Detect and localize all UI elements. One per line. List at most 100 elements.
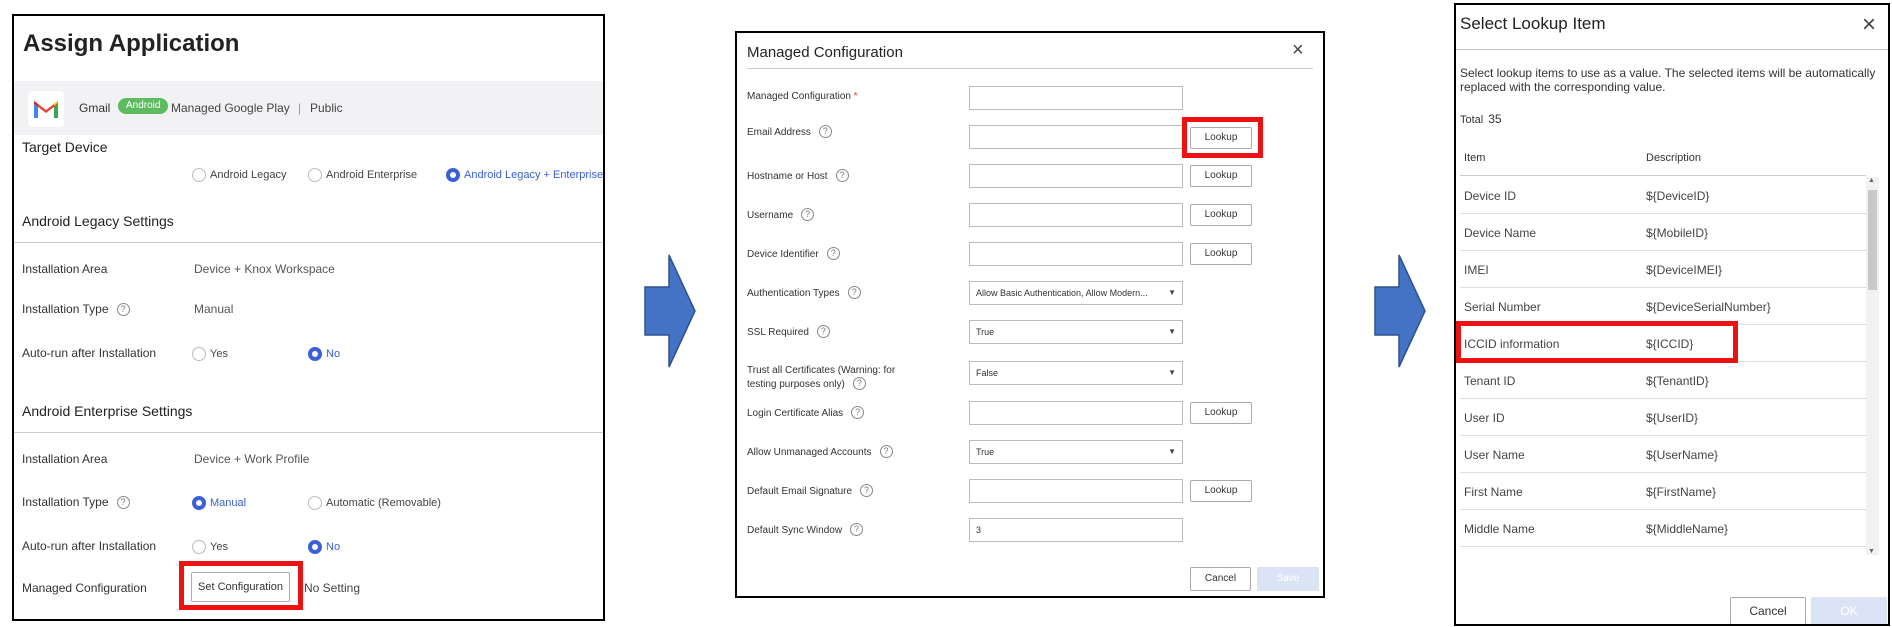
table-row[interactable]: Device Name ${MobileID} <box>1460 214 1866 251</box>
help-icon[interactable]: ? <box>851 406 865 419</box>
app-info-band: Gmail Android Managed Google Play | Publ… <box>14 81 603 135</box>
field-label: SSL Required? <box>747 325 830 338</box>
enterprise-type-manual-label: Manual <box>210 497 247 509</box>
help-icon[interactable]: ? <box>879 445 893 458</box>
authentication-types-select[interactable]: Allow Basic Authentication, Allow Modern… <box>969 281 1183 305</box>
cancel-button[interactable]: Cancel <box>1730 597 1806 624</box>
hostname-input[interactable] <box>969 164 1183 188</box>
enterprise-autorun-no-radio[interactable] <box>308 540 322 554</box>
username-input[interactable] <box>969 203 1183 227</box>
highlight-box <box>1456 321 1738 363</box>
help-icon[interactable]: ? <box>826 247 840 260</box>
device-identifier-input[interactable] <box>969 242 1183 266</box>
help-icon[interactable]: ? <box>847 286 861 299</box>
column-header-item[interactable]: Item <box>1464 152 1485 164</box>
username-lookup-button[interactable]: Lookup <box>1190 204 1252 226</box>
legacy-autorun-yes-radio[interactable] <box>192 347 206 361</box>
radio-legacy-enterprise-label: Android Legacy + Enterprise <box>464 169 604 181</box>
help-icon[interactable]: ? <box>816 325 830 338</box>
help-icon[interactable]: ? <box>835 169 849 182</box>
allow-unmanaged-accounts-select[interactable]: True ▼ <box>969 440 1183 464</box>
managed-configuration-dialog: Managed Configuration × Managed Configur… <box>735 31 1325 598</box>
cancel-button[interactable]: Cancel <box>1190 567 1251 591</box>
gmail-icon <box>28 91 64 127</box>
target-device-label: Target Device <box>22 139 108 155</box>
divider <box>14 242 603 243</box>
field-label: Hostname or Host? <box>747 169 849 182</box>
table-row[interactable]: Serial Number ${DeviceSerialNumber} <box>1460 288 1866 325</box>
legacy-type-label: Installation Type? <box>22 302 130 316</box>
scrollbar-thumb[interactable] <box>1868 190 1877 290</box>
help-icon[interactable]: ? <box>852 377 866 390</box>
right-arrow-icon <box>1374 254 1426 368</box>
help-icon[interactable]: ? <box>116 303 130 316</box>
enterprise-type-manual-radio[interactable] <box>192 496 206 510</box>
field-label: Login Certificate Alias? <box>747 406 865 419</box>
table-row[interactable]: IMEI ${DeviceIMEI} <box>1460 251 1866 288</box>
legacy-area-value: Device + Knox Workspace <box>194 262 335 276</box>
enterprise-area-value: Device + Work Profile <box>194 452 310 466</box>
enterprise-autorun-yes-label: Yes <box>210 541 228 553</box>
login-certificate-alias-input[interactable] <box>969 401 1183 425</box>
enterprise-autorun-yes-radio[interactable] <box>192 540 206 554</box>
email-address-input[interactable] <box>969 125 1183 149</box>
enterprise-type-auto-radio[interactable] <box>308 496 322 510</box>
visibility-label: Public <box>310 101 343 115</box>
legacy-autorun-no-radio[interactable] <box>308 347 322 361</box>
table-row[interactable]: Device ID ${DeviceID} <box>1460 177 1866 214</box>
dialog-title: Select Lookup Item <box>1460 14 1606 33</box>
enterprise-type-auto-label: Automatic (Removable) <box>326 497 441 509</box>
table-row[interactable]: First Name ${FirstName} <box>1460 473 1866 510</box>
default-email-signature-input[interactable] <box>969 479 1183 503</box>
help-icon[interactable]: ? <box>850 523 864 536</box>
divider <box>1460 175 1866 176</box>
legacy-type-value: Manual <box>194 302 234 316</box>
help-icon[interactable]: ? <box>818 125 832 138</box>
scroll-down-icon[interactable]: ▼ <box>1868 548 1875 555</box>
radio-android-enterprise-label: Android Enterprise <box>326 169 418 181</box>
field-label: Trust all Certificates (Warning: for test… <box>747 365 896 390</box>
save-button[interactable]: Save <box>1257 567 1319 591</box>
column-header-description[interactable]: Description <box>1646 152 1701 164</box>
scrollbar[interactable]: ▲ ▼ <box>1866 177 1879 555</box>
legacy-autorun-yes-label: Yes <box>210 348 228 360</box>
default-sync-window-input[interactable]: 3 <box>969 518 1183 542</box>
ssl-required-select[interactable]: True ▼ <box>969 320 1183 344</box>
hostname-lookup-button[interactable]: Lookup <box>1190 165 1252 187</box>
table-row[interactable]: User Name ${UserName} <box>1460 436 1866 473</box>
radio-legacy-enterprise[interactable] <box>446 168 460 182</box>
table-row[interactable]: Tenant ID ${TenantID} <box>1460 362 1866 399</box>
close-icon[interactable]: × <box>1292 39 1304 62</box>
help-icon[interactable]: ? <box>801 208 815 221</box>
highlight-box <box>179 561 303 610</box>
radio-android-legacy-label: Android Legacy <box>210 169 287 181</box>
scroll-up-icon[interactable]: ▲ <box>1868 177 1875 184</box>
field-label: Allow Unmanaged Accounts? <box>747 445 893 458</box>
trust-certificates-select[interactable]: False ▼ <box>969 361 1183 385</box>
login-certificate-lookup-button[interactable]: Lookup <box>1190 402 1252 424</box>
enterprise-autorun-no-label: No <box>326 541 341 553</box>
ok-button[interactable]: OK <box>1811 597 1887 624</box>
field-label: Managed Configuration * <box>747 91 858 102</box>
highlight-box <box>1182 117 1263 158</box>
legacy-area-label: Installation Area <box>22 262 108 276</box>
divider <box>14 432 603 433</box>
help-icon[interactable]: ? <box>116 496 130 509</box>
divider <box>1456 49 1888 50</box>
assign-application-panel: Assign Application Gmail Android Managed… <box>12 14 605 621</box>
enterprise-settings-title: Android Enterprise Settings <box>22 403 193 419</box>
radio-android-legacy[interactable] <box>192 168 206 182</box>
help-icon[interactable]: ? <box>860 484 874 497</box>
field-label: Default Email Signature? <box>747 484 874 497</box>
close-icon[interactable]: × <box>1862 11 1876 39</box>
legacy-autorun-label: Auto-run after Installation <box>22 346 157 360</box>
device-identifier-lookup-button[interactable]: Lookup <box>1190 243 1252 265</box>
managed-config-input[interactable] <box>969 86 1183 110</box>
enterprise-type-label: Installation Type? <box>22 495 130 509</box>
radio-android-enterprise[interactable] <box>308 168 322 182</box>
table-row[interactable]: User ID ${UserID} <box>1460 399 1866 436</box>
email-signature-lookup-button[interactable]: Lookup <box>1190 480 1252 502</box>
field-label: Username? <box>747 208 815 221</box>
field-label: Email Address? <box>747 125 832 138</box>
table-row[interactable]: Middle Name ${MiddleName} <box>1460 510 1866 547</box>
